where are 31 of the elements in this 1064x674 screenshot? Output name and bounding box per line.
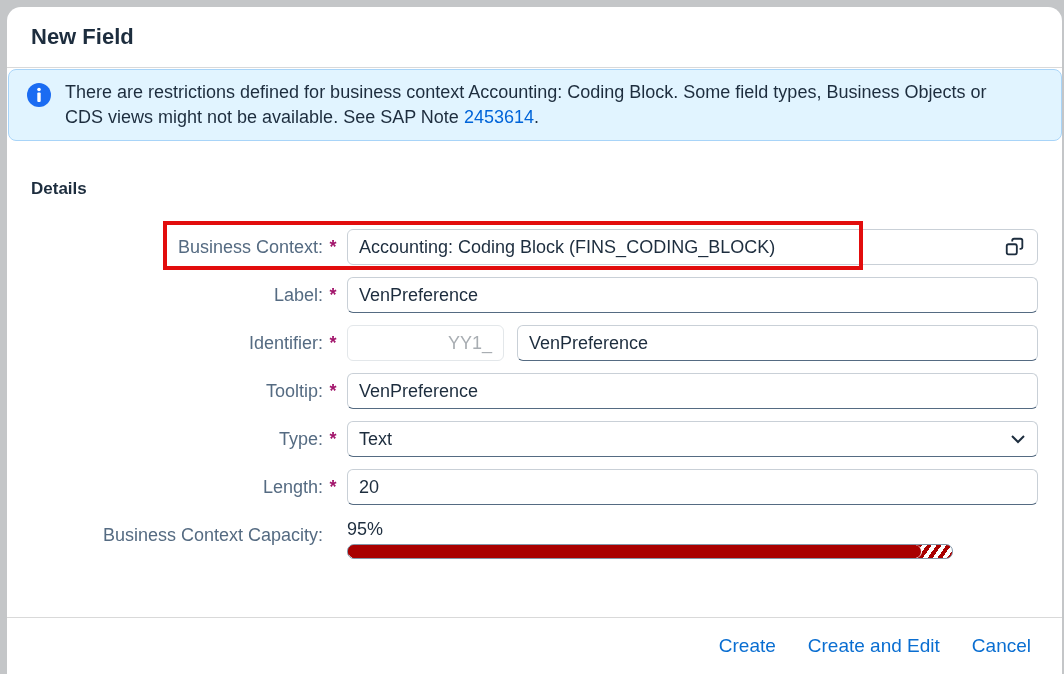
field-label: Identifier:	[248, 332, 323, 354]
select-field[interactable]: Text	[347, 421, 1038, 457]
footer-button[interactable]: Create	[709, 629, 785, 663]
dialog-title: New Field	[31, 24, 134, 50]
field-label: Label:	[273, 284, 323, 306]
chevron-down-icon[interactable]	[1010, 434, 1026, 444]
sap-note-link[interactable]: 2453614	[463, 107, 534, 127]
value-help-icon[interactable]	[1004, 236, 1026, 258]
required-mark: *	[328, 284, 338, 306]
field-label: Tooltip:	[265, 380, 323, 402]
required-mark: *	[328, 380, 338, 402]
input-field[interactable]: 20	[347, 469, 1038, 505]
info-icon	[27, 83, 51, 107]
footer-button[interactable]: Create and Edit	[798, 629, 949, 663]
prefix-field: YY1_	[347, 325, 504, 361]
required-mark: *	[328, 332, 338, 354]
capacity-label: Business Context Capacity:	[102, 525, 323, 546]
required-mark: *	[328, 236, 338, 258]
section-title: Details	[31, 179, 88, 199]
value-help-field[interactable]: Accounting: Coding Block (FINS_CODING_BLOCK)	[347, 229, 1038, 265]
info-message: There are restrictions defined for business context Accounting: Coding Block. Some field types, Business Objects or CDS views might not be available. See SAP Note 2453614.	[65, 81, 988, 129]
required-mark: *	[328, 428, 338, 450]
input-field[interactable]: VenPreference	[517, 325, 1038, 361]
required-mark: *	[328, 476, 338, 498]
field-label: Type:	[278, 428, 323, 450]
field-label: Business Context:	[177, 236, 323, 258]
input-field[interactable]: VenPreference	[347, 373, 1038, 409]
capacity-reading: 95%	[347, 519, 385, 540]
footer-button[interactable]: Cancel	[962, 629, 1040, 663]
input-field[interactable]: VenPreference	[347, 277, 1038, 313]
field-label: Length:	[262, 476, 323, 498]
